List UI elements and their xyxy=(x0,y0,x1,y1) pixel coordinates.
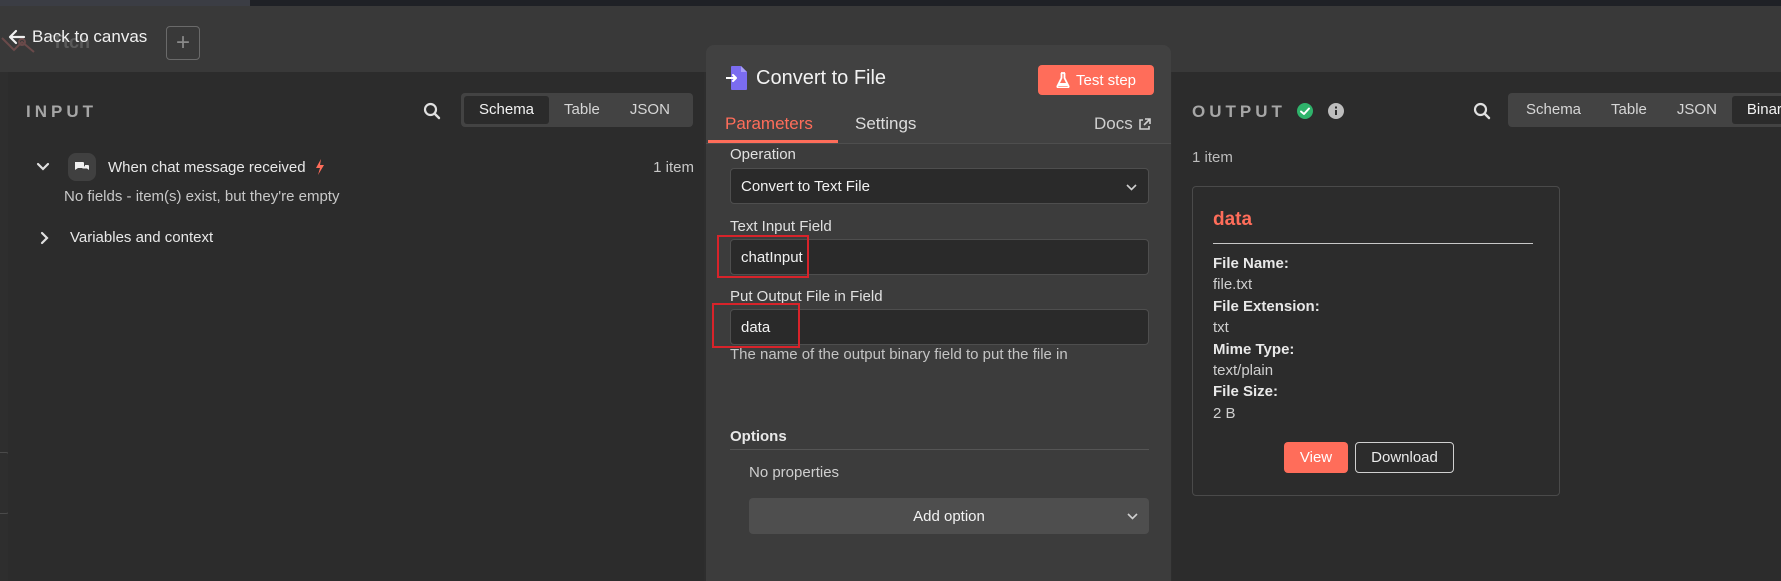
back-to-canvas-link[interactable]: Back to canvas xyxy=(8,27,147,47)
file-name-value: file.txt xyxy=(1213,276,1253,293)
input-tab-table[interactable]: Table xyxy=(549,96,615,124)
input-view-switcher: Schema Table JSON xyxy=(461,93,693,127)
options-heading: Options xyxy=(730,428,787,445)
output-field-hint: The name of the output binary field to p… xyxy=(730,346,1068,363)
input-panel: INPUT Schema Table JSON When chat messag… xyxy=(8,72,704,581)
file-name-label: File Name: xyxy=(1213,255,1289,272)
convert-file-icon xyxy=(726,66,747,90)
arrow-left-icon xyxy=(8,29,26,45)
search-icon[interactable] xyxy=(423,102,441,120)
card-divider xyxy=(1213,243,1533,244)
download-button[interactable]: Download xyxy=(1355,442,1454,473)
output-tab-json[interactable]: JSON xyxy=(1662,96,1732,124)
external-link-icon xyxy=(1138,117,1151,130)
output-item-count: 1 item xyxy=(1192,149,1233,166)
file-size-label: File Size: xyxy=(1213,383,1279,400)
chat-bubbles-icon xyxy=(68,153,96,181)
empty-fields-text: No fields - item(s) exist, but they're e… xyxy=(64,188,340,205)
docs-label: Docs xyxy=(1094,114,1133,133)
output-panel: OUTPUT Schema Table JSON Binary 1 item d… xyxy=(1172,72,1781,581)
options-divider xyxy=(730,449,1149,450)
test-step-button[interactable]: Test step xyxy=(1038,65,1154,95)
operation-value: Convert to Text File xyxy=(741,177,870,195)
chevron-right-icon[interactable] xyxy=(38,231,52,245)
info-icon[interactable] xyxy=(1327,102,1345,120)
text-input-field-label: Text Input Field xyxy=(730,218,832,235)
highlight-box-output-field xyxy=(712,303,800,348)
variables-context-row[interactable]: Variables and context xyxy=(38,229,213,246)
add-option-dropdown[interactable]: Add option xyxy=(749,498,1149,534)
input-panel-title: INPUT xyxy=(26,102,97,121)
docs-link[interactable]: Docs xyxy=(1094,114,1151,134)
input-tab-schema[interactable]: Schema xyxy=(464,96,550,124)
no-properties-text: No properties xyxy=(749,464,840,481)
back-to-canvas-label: Back to canvas xyxy=(32,27,148,46)
output-panel-title: OUTPUT xyxy=(1192,102,1286,121)
header-divider xyxy=(706,143,1171,144)
empty-fields-message: No fields - item(s) exist, but they're e… xyxy=(64,188,339,205)
operation-select[interactable]: Convert to Text File xyxy=(730,168,1149,204)
mime-type-label: Mime Type: xyxy=(1213,341,1295,358)
flask-icon xyxy=(1056,72,1070,88)
file-size-value: 2 B xyxy=(1213,405,1236,422)
tab-parameters[interactable]: Parameters xyxy=(725,114,813,134)
view-button[interactable]: View xyxy=(1284,442,1348,473)
chevron-down-icon xyxy=(1127,513,1138,520)
output-tab-table[interactable]: Table xyxy=(1596,96,1662,124)
variables-context-label: Variables and context xyxy=(70,229,214,246)
add-node-button[interactable]: + xyxy=(166,26,200,60)
trigger-item-count: 1 item xyxy=(653,158,694,176)
binary-data-card: data File Name: file.txt File Extension:… xyxy=(1192,186,1560,496)
highlight-box-text-input xyxy=(717,235,809,278)
chevron-down-icon[interactable] xyxy=(36,160,50,174)
lightning-icon xyxy=(315,159,324,175)
binary-field-name: data xyxy=(1213,209,1253,230)
chevron-down-icon xyxy=(1126,184,1137,191)
search-icon[interactable] xyxy=(1473,102,1491,120)
trigger-node-name: When chat message received xyxy=(108,158,306,176)
file-extension-label: File Extension: xyxy=(1213,298,1320,315)
file-extension-value: txt xyxy=(1213,319,1229,336)
add-option-label: Add option xyxy=(913,507,985,525)
output-tab-binary[interactable]: Binary xyxy=(1731,96,1781,124)
input-tab-json[interactable]: JSON xyxy=(615,96,685,124)
success-check-icon xyxy=(1297,103,1313,119)
output-view-switcher: Schema Table JSON Binary xyxy=(1508,93,1781,127)
tab-settings[interactable]: Settings xyxy=(855,114,916,134)
operation-label: Operation xyxy=(730,146,796,163)
node-settings-modal: Convert to File Test step Parameters Set… xyxy=(706,45,1171,581)
mime-type-value: text/plain xyxy=(1213,362,1274,379)
node-title: Convert to File xyxy=(756,67,887,89)
trigger-node-row[interactable]: When chat message received 1 item xyxy=(36,153,694,181)
output-tab-schema[interactable]: Schema xyxy=(1511,96,1596,124)
test-step-label: Test step xyxy=(1075,71,1137,89)
